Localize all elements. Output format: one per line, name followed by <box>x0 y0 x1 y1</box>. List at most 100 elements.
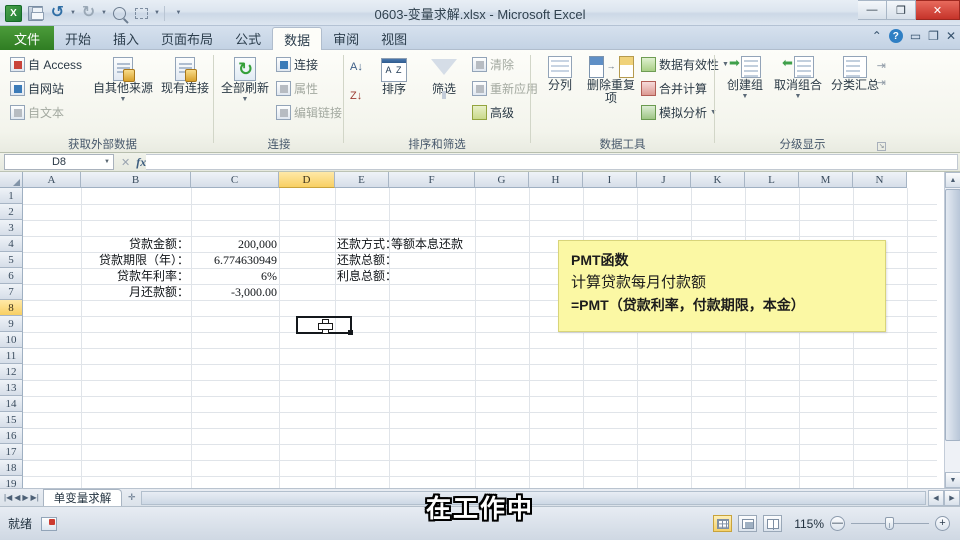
refresh-all-button[interactable]: 全部刷新 ▼ <box>218 57 272 104</box>
minimize-button[interactable]: — <box>858 0 887 20</box>
cell-e5[interactable]: 还款总额： <box>335 252 399 268</box>
row-header-2[interactable]: 2 <box>0 204 23 220</box>
row-header-13[interactable]: 13 <box>0 380 23 396</box>
from-text-button[interactable]: 自文本 <box>10 104 64 121</box>
zoom-in-button[interactable]: + <box>935 516 950 531</box>
selected-cell-d8[interactable] <box>296 316 353 335</box>
row-header-3[interactable]: 3 <box>0 220 23 236</box>
tab-view[interactable]: 视图 <box>370 27 418 50</box>
nav-next-sheet-icon[interactable]: ▶ <box>22 493 28 502</box>
column-header-f[interactable]: F <box>389 172 475 188</box>
row-header-12[interactable]: 12 <box>0 364 23 380</box>
nav-last-sheet-icon[interactable]: ▶| <box>31 493 39 502</box>
normal-view-button[interactable] <box>713 515 732 532</box>
sheet-tab-active[interactable]: 单变量求解 <box>42 489 123 506</box>
what-if-analysis-button[interactable]: 模拟分析 ▼ <box>641 104 717 121</box>
tab-home[interactable]: 开始 <box>54 27 102 50</box>
column-header-c[interactable]: C <box>191 172 279 188</box>
remove-duplicates-button[interactable]: → 删除重复项 <box>587 56 635 105</box>
outline-dialog-launcher[interactable]: ↘ <box>877 142 886 151</box>
column-header-g[interactable]: G <box>475 172 529 188</box>
sort-descending-button[interactable]: Z↓ <box>350 88 362 102</box>
cell-b6[interactable]: 贷款年利率： <box>81 268 191 284</box>
sort-ascending-button[interactable]: A↓ <box>350 59 363 73</box>
close-workbook-icon[interactable]: ✕ <box>946 29 956 43</box>
edit-links-button[interactable]: 编辑链接 <box>276 104 342 121</box>
vertical-scrollbar[interactable]: ▲ ▼ <box>944 172 960 488</box>
connections-button[interactable]: 连接 <box>276 56 318 73</box>
tab-review[interactable]: 审阅 <box>322 27 370 50</box>
row-header-16[interactable]: 16 <box>0 428 23 444</box>
help-icon[interactable]: ? <box>888 29 903 43</box>
tab-page-layout[interactable]: 页面布局 <box>150 27 224 50</box>
sheet-nav-buttons[interactable]: |◀ ◀ ▶ ▶| <box>0 493 43 502</box>
row-header-8[interactable]: 8 <box>0 300 23 316</box>
zoom-out-button[interactable]: — <box>830 516 845 531</box>
row-header-17[interactable]: 17 <box>0 444 23 460</box>
row-header-10[interactable]: 10 <box>0 332 23 348</box>
vertical-scroll-thumb[interactable] <box>945 189 960 441</box>
row-header-18[interactable]: 18 <box>0 460 23 476</box>
column-header-e[interactable]: E <box>335 172 389 188</box>
sort-button[interactable]: A Z 排序 <box>372 58 416 97</box>
row-header-4[interactable]: 4 <box>0 236 23 252</box>
advanced-filter-button[interactable]: 高级 <box>472 104 514 121</box>
column-header-a[interactable]: A <box>23 172 81 188</box>
cell-c6[interactable]: 6% <box>191 268 279 284</box>
row-header-7[interactable]: 7 <box>0 284 23 300</box>
insert-sheet-icon[interactable]: ✛ <box>124 490 139 505</box>
column-header-k[interactable]: K <box>691 172 745 188</box>
column-header-d[interactable]: D <box>279 172 335 188</box>
page-layout-view-button[interactable] <box>738 515 757 532</box>
scroll-up-button[interactable]: ▲ <box>945 172 960 188</box>
ungroup-button[interactable]: ⬅ 取消组合 ▼ <box>771 56 825 101</box>
page-break-view-button[interactable] <box>763 515 782 532</box>
existing-connections-button[interactable]: 现有连接 <box>158 57 212 96</box>
group-button[interactable]: ➡ 创建组 ▼ <box>721 56 769 101</box>
cell-area[interactable]: PMT函数 计算贷款每月付款额 =PMT（贷款利率，付款期限，本金） 贷款金额：… <box>23 188 937 502</box>
other-sources-dropdown-icon[interactable]: ▼ <box>120 96 127 104</box>
filter-button[interactable]: 筛选 <box>422 59 466 99</box>
scroll-left-button[interactable]: ◀ <box>928 489 944 506</box>
tab-formulas[interactable]: 公式 <box>224 27 272 50</box>
minimize-workbook-icon[interactable]: ▭ <box>910 29 921 43</box>
cell-c4[interactable]: 200,000 <box>191 236 279 252</box>
column-header-m[interactable]: M <box>799 172 853 188</box>
close-button[interactable]: ✕ <box>916 0 960 20</box>
clear-filter-button[interactable]: 清除 <box>472 56 514 73</box>
row-header-11[interactable]: 11 <box>0 348 23 364</box>
formula-input[interactable] <box>146 154 958 170</box>
cell-e6[interactable]: 利息总额： <box>335 268 399 284</box>
row-header-15[interactable]: 15 <box>0 412 23 428</box>
restore-workbook-icon[interactable]: ❐ <box>928 29 939 43</box>
cell-f4[interactable]: 等额本息还款 <box>389 236 465 252</box>
cell-b4[interactable]: 贷款金额： <box>81 236 191 252</box>
cell-c7[interactable]: -3,000.00 <box>191 284 279 300</box>
from-other-sources-button[interactable]: 自其他来源 ▼ <box>90 57 156 104</box>
group-dropdown-icon[interactable]: ▼ <box>742 93 749 101</box>
scroll-down-button[interactable]: ▼ <box>945 472 960 488</box>
insert-function-icon[interactable]: fx <box>136 155 146 170</box>
column-header-j[interactable]: J <box>637 172 691 188</box>
tab-data[interactable]: 数据 <box>272 27 323 51</box>
record-macro-icon[interactable] <box>41 516 58 531</box>
row-header-14[interactable]: 14 <box>0 396 23 412</box>
scroll-right-button[interactable]: ▶ <box>944 489 960 506</box>
column-header-i[interactable]: I <box>583 172 637 188</box>
nav-prev-sheet-icon[interactable]: ◀ <box>14 493 20 502</box>
properties-button[interactable]: 属性 <box>276 80 318 97</box>
refresh-dropdown-icon[interactable]: ▼ <box>242 96 249 104</box>
cell-c5[interactable]: 6.774630949 <box>191 252 279 268</box>
ungroup-dropdown-icon[interactable]: ▼ <box>795 93 802 101</box>
from-web-button[interactable]: 自网站 <box>10 80 64 97</box>
tab-insert[interactable]: 插入 <box>102 27 150 50</box>
text-to-columns-button[interactable]: 分列 <box>537 56 583 93</box>
horizontal-scrollbar[interactable] <box>141 490 926 505</box>
cell-b5[interactable]: 贷款期限（年）： <box>81 252 191 268</box>
name-box-dropdown-icon[interactable]: ▼ <box>104 159 110 165</box>
row-header-6[interactable]: 6 <box>0 268 23 284</box>
column-header-b[interactable]: B <box>81 172 191 188</box>
cancel-formula-icon[interactable]: ✕ <box>121 156 130 169</box>
collapse-ribbon-icon[interactable]: ⌃ <box>872 29 882 43</box>
column-header-l[interactable]: L <box>745 172 799 188</box>
